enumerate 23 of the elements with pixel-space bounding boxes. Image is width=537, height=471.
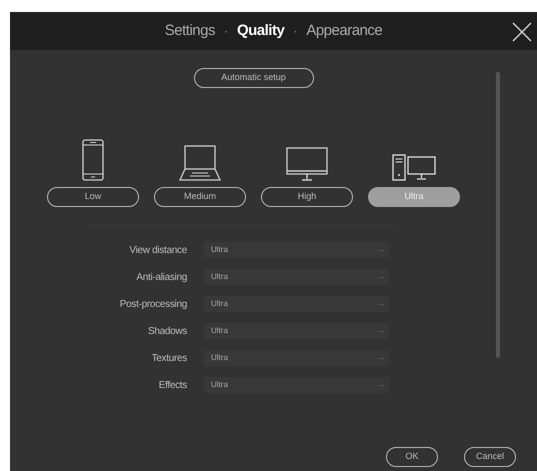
separator-dot: · [224,23,228,40]
option-label: Anti-aliasing [135,270,187,284]
option-label: Shadows [146,324,187,338]
separator-dot: · [293,23,298,40]
desktop-computer-icon [392,154,436,181]
close-button[interactable] [511,20,533,42]
option-label: Textures [150,352,187,366]
phone-icon [82,139,104,181]
scrollbar-thumb[interactable] [496,72,500,358]
laptop-icon [179,145,221,181]
tab[interactable]: Appearance [306,20,382,42]
quality-preset-button[interactable]: Medium [154,187,246,207]
tab[interactable]: Settings [164,20,215,42]
dialog-button[interactable]: Cancel [464,447,516,467]
monitor-icon [286,147,328,181]
quality-preset-button[interactable]: High [261,187,353,207]
tab[interactable]: Quality [236,20,284,42]
option-label: Effects [158,378,187,392]
dialog-button[interactable]: OK [386,447,438,467]
option-label: Post-processing [118,298,187,312]
option-label: View distance [128,244,187,258]
quality-preset-button[interactable]: Low [47,187,139,207]
automatic-setup-button[interactable]: Automatic setup [194,68,314,88]
